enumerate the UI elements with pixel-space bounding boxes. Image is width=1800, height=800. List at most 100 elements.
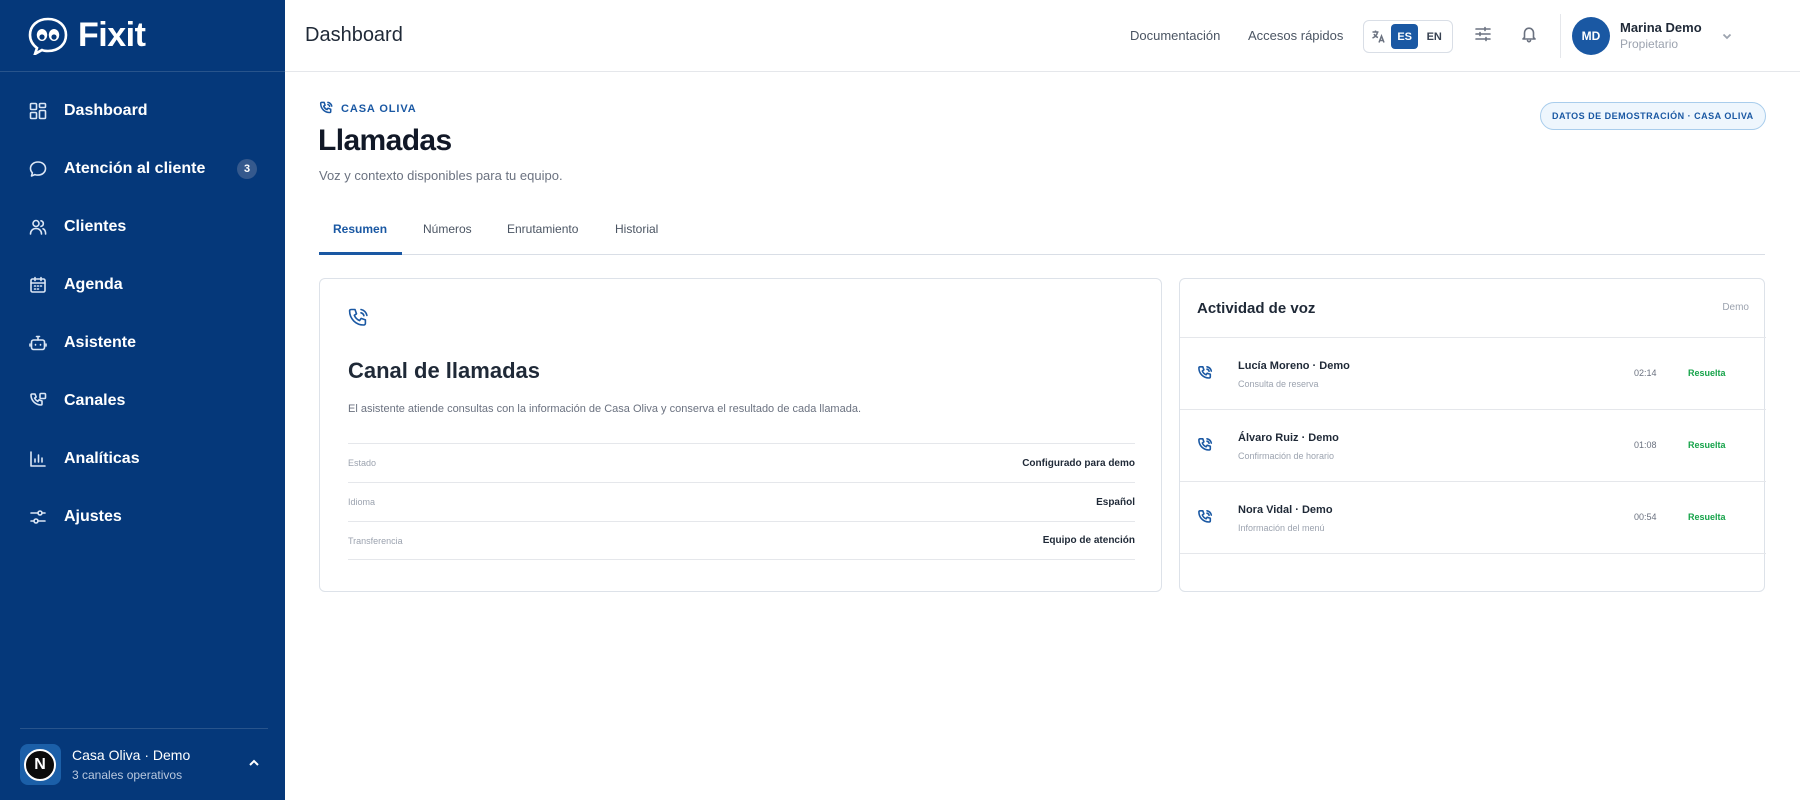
phone-icon bbox=[319, 101, 333, 114]
sidebar-item-label: Ajustes bbox=[64, 508, 122, 525]
call-duration: 00:54 bbox=[1634, 512, 1657, 522]
workspace-subtitle: 3 canales operativos bbox=[72, 767, 183, 782]
detail-value: Equipo de atención bbox=[1042, 535, 1135, 546]
sidebar-item-label: Dashboard bbox=[64, 102, 148, 119]
app-name: Fixit bbox=[78, 16, 146, 54]
caller-name: Nora Vidal · Demo bbox=[1238, 504, 1333, 516]
tab-resumen[interactable]: Resumen bbox=[333, 222, 387, 236]
caller-name: Álvaro Ruiz · Demo bbox=[1238, 432, 1339, 444]
user-name[interactable]: Marina Demo bbox=[1620, 20, 1702, 35]
channel-detail-row: Transferencia Equipo de atención bbox=[348, 521, 1135, 560]
tab-historial[interactable]: Historial bbox=[615, 222, 658, 236]
active-tab-indicator bbox=[319, 252, 402, 255]
page-subtitle: Voz y contexto disponibles para tu equip… bbox=[319, 168, 563, 183]
sidebar-nav: Dashboard Atención al cliente 3 Clientes… bbox=[0, 82, 285, 546]
status-badge: Resuelta bbox=[1688, 368, 1726, 378]
list-item[interactable]: Nora Vidal · Demo Información del menú 0… bbox=[1180, 482, 1766, 554]
channel-detail-row: Idioma Español bbox=[348, 482, 1135, 521]
tab-numeros[interactable]: Números bbox=[423, 222, 472, 236]
list-item[interactable]: Lucía Moreno · Demo Consulta de reserva … bbox=[1180, 338, 1766, 410]
shortcuts-link[interactable]: Accesos rápidos bbox=[1248, 28, 1343, 43]
sidebar-item-label: Atención al cliente bbox=[64, 160, 206, 177]
activity-title: Actividad de voz bbox=[1197, 300, 1316, 317]
page-eyebrow: CASA OLIVA bbox=[319, 101, 417, 116]
status-badge: Resuelta bbox=[1688, 512, 1726, 522]
divider bbox=[20, 728, 268, 729]
call-reason: Confirmación de horario bbox=[1238, 451, 1335, 461]
chat-icon bbox=[28, 159, 48, 179]
call-duration: 01:08 bbox=[1634, 440, 1657, 450]
unread-count-badge: 3 bbox=[237, 159, 257, 179]
call-reason: Consulta de reserva bbox=[1238, 379, 1319, 389]
call-reason: Información del menú bbox=[1238, 523, 1325, 533]
page-title: Llamadas bbox=[318, 124, 452, 157]
fixit-logo-icon bbox=[28, 17, 68, 55]
sidebar-item-canales[interactable]: Canales bbox=[0, 372, 285, 430]
list-item[interactable]: Álvaro Ruiz · Demo Confirmación de horar… bbox=[1180, 410, 1766, 482]
filters-icon[interactable] bbox=[1474, 25, 1494, 45]
sidebar-item-label: Clientes bbox=[64, 218, 127, 235]
call-duration: 02:14 bbox=[1634, 368, 1657, 378]
status-badge: Resuelta bbox=[1688, 440, 1726, 450]
logo[interactable]: Fixit bbox=[0, 0, 285, 72]
users-icon bbox=[28, 217, 48, 237]
workspace-avatar-letter: N bbox=[24, 748, 56, 781]
detail-key: Idioma bbox=[348, 497, 376, 507]
bot-icon bbox=[28, 333, 48, 353]
sidebar-item-label: Asistente bbox=[64, 334, 137, 351]
phone-icon bbox=[1197, 509, 1215, 527]
workspace-switcher[interactable]: N Casa Oliva · Demo 3 canales operativos bbox=[0, 728, 285, 800]
detail-value: Español bbox=[1096, 496, 1135, 508]
sidebar-item-atencion[interactable]: Atención al cliente 3 bbox=[0, 140, 285, 198]
top-header: Dashboard Documentación Accesos rápidos … bbox=[285, 0, 1800, 72]
channel-detail-row: Estado Configurado para demo bbox=[348, 443, 1135, 482]
activity-header: Actividad de voz Demo bbox=[1180, 279, 1766, 338]
sidebar-item-asistente[interactable]: Asistente bbox=[0, 314, 285, 372]
tabs-divider bbox=[319, 254, 1765, 255]
tab-enrutamiento[interactable]: Enrutamiento bbox=[507, 222, 578, 236]
sidebar-item-agenda[interactable]: Agenda bbox=[0, 256, 285, 314]
analytics-icon bbox=[28, 449, 48, 469]
divider bbox=[1560, 14, 1561, 58]
channel-card-title: Canal de llamadas bbox=[348, 358, 540, 383]
demo-data-badge: DATOS DE DEMOSTRACIÓN · CASA OLIVA bbox=[1540, 102, 1766, 130]
translate-icon bbox=[1368, 26, 1389, 48]
settings-icon bbox=[28, 507, 48, 527]
workspace-name: Casa Oliva · Demo bbox=[72, 746, 191, 763]
sidebar-item-analiticas[interactable]: Analíticas bbox=[0, 430, 285, 488]
detail-key: Estado bbox=[348, 458, 377, 468]
channel-card-description: El asistente atiende consultas con la in… bbox=[348, 403, 862, 415]
channels-icon bbox=[28, 391, 48, 411]
detail-key: Transferencia bbox=[348, 535, 403, 546]
call-channel-card: Canal de llamadas El asistente atiende c… bbox=[319, 278, 1162, 592]
workspace-avatar: N bbox=[20, 743, 61, 785]
sidebar-item-dashboard[interactable]: Dashboard bbox=[0, 82, 285, 140]
bell-icon[interactable] bbox=[1520, 25, 1540, 45]
sidebar-item-ajustes[interactable]: Ajustes bbox=[0, 488, 285, 546]
user-role: Propietario bbox=[1620, 37, 1679, 51]
sidebar: Fixit Dashboard Atención al cliente 3 Cl… bbox=[0, 0, 285, 800]
calendar-icon bbox=[28, 275, 48, 295]
avatar[interactable]: MD bbox=[1572, 17, 1610, 55]
chevron-down-icon[interactable] bbox=[1721, 29, 1733, 41]
header-title: Dashboard bbox=[305, 24, 403, 46]
caller-name: Lucía Moreno · Demo bbox=[1238, 360, 1350, 372]
sidebar-item-label: Canales bbox=[64, 392, 126, 409]
chevron-up-icon[interactable] bbox=[247, 756, 261, 770]
voice-activity-card: Actividad de voz Demo Lucía Moreno · Dem… bbox=[1179, 278, 1766, 592]
language-en-button[interactable]: EN bbox=[1420, 24, 1448, 49]
eyebrow-label: CASA OLIVA bbox=[341, 102, 417, 115]
main-content: CASA OLIVA Llamadas Voz y contexto dispo… bbox=[285, 72, 1800, 800]
phone-icon bbox=[347, 307, 371, 331]
language-es-button[interactable]: ES bbox=[1390, 24, 1419, 49]
language-switcher: ES EN bbox=[1363, 20, 1453, 53]
phone-icon bbox=[1197, 365, 1215, 383]
sidebar-item-label: Agenda bbox=[64, 276, 123, 293]
detail-value: Configurado para demo bbox=[1022, 457, 1135, 469]
docs-link[interactable]: Documentación bbox=[1130, 28, 1220, 43]
phone-icon bbox=[1197, 437, 1215, 455]
activity-tag: Demo bbox=[1722, 302, 1749, 313]
sidebar-item-label: Analíticas bbox=[64, 450, 140, 467]
dashboard-icon bbox=[28, 101, 48, 121]
sidebar-item-clientes[interactable]: Clientes bbox=[0, 198, 285, 256]
